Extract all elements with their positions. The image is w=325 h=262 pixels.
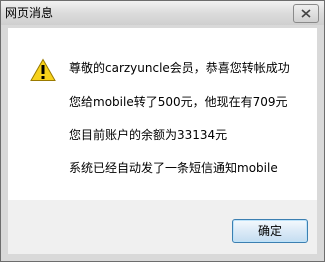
ok-button[interactable]: 确定 xyxy=(232,219,308,243)
message-dialog: 网页消息 尊敬的carzyuncle会员，恭喜您转帐成功 您给mobile转了5… xyxy=(0,0,325,262)
message-line-3: 您目前账户的余额为33134元 xyxy=(69,128,228,142)
close-button[interactable] xyxy=(293,4,319,23)
message-line-2: 您给mobile转了500元，他现在有709元 xyxy=(69,95,288,109)
title-bar[interactable]: 网页消息 xyxy=(1,1,324,25)
window-title: 网页消息 xyxy=(5,6,54,20)
message-line-1: 尊敬的carzyuncle会员，恭喜您转帐成功 xyxy=(69,61,290,75)
close-icon xyxy=(301,9,311,18)
message-area: 尊敬的carzyuncle会员，恭喜您转帐成功 您给mobile转了500元，他… xyxy=(8,28,317,200)
warning-triangle-icon xyxy=(30,58,56,81)
button-bar: 确定 xyxy=(8,200,317,254)
message-line-4: 系统已经自动发了一条短信通知mobile xyxy=(69,161,278,175)
